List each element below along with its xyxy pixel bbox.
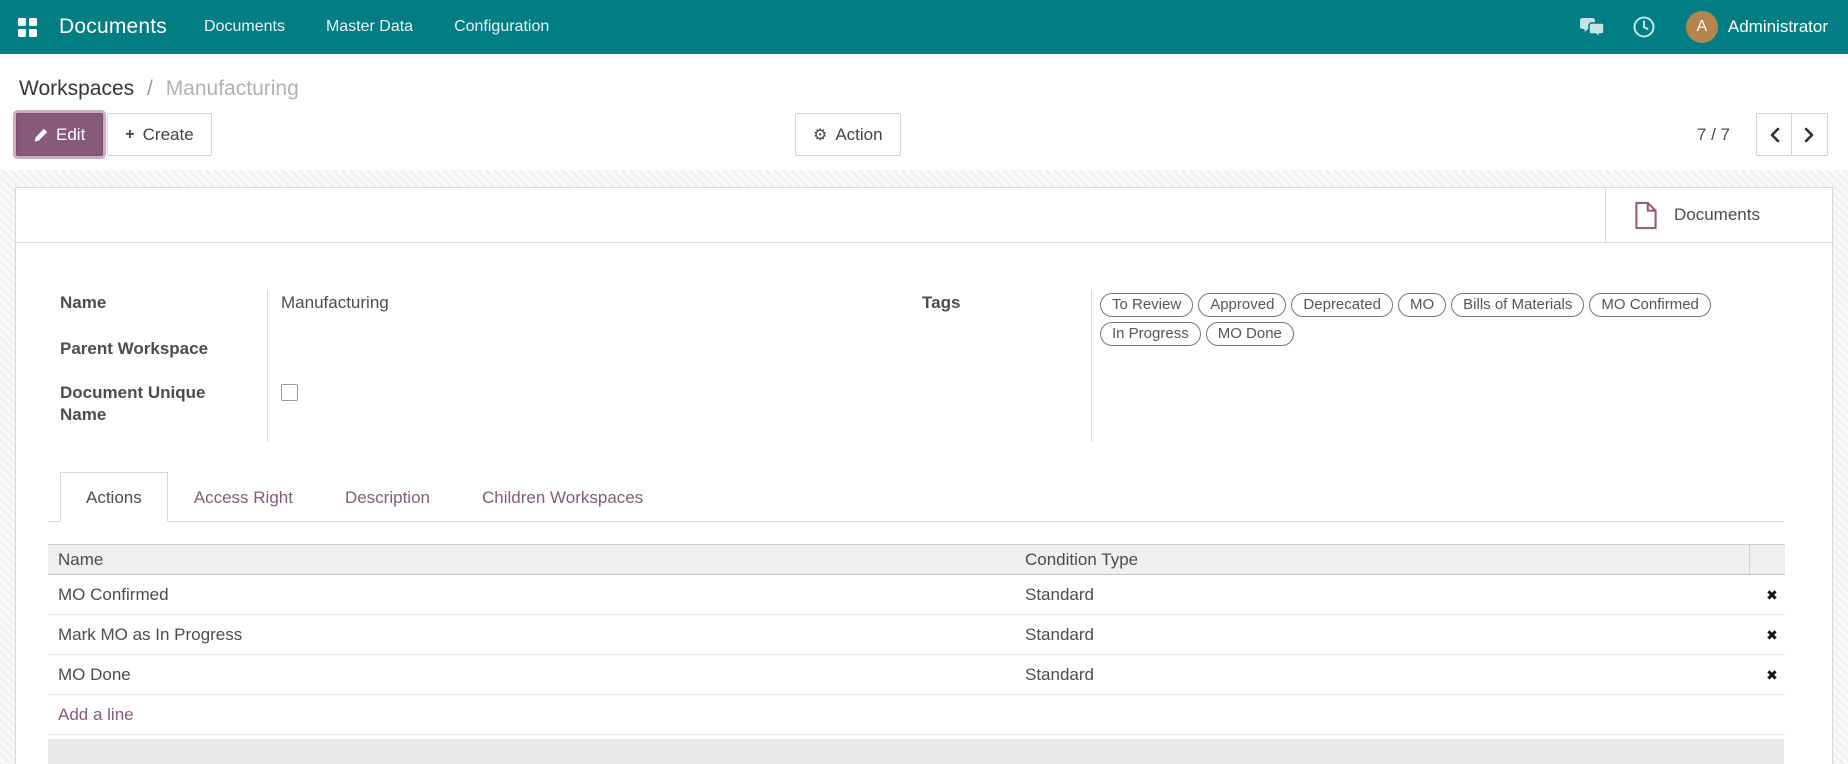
tag-pill: Bills of Materials <box>1451 293 1584 317</box>
table-footer-bar <box>48 739 1784 764</box>
column-header-condition-type[interactable]: Condition Type <box>1015 545 1749 575</box>
delete-row-button[interactable]: ✖ <box>1749 575 1785 615</box>
delete-row-button[interactable]: ✖ <box>1749 615 1785 655</box>
documents-stat-button[interactable]: Documents <box>1605 188 1832 242</box>
control-panel: Workspaces / Manufacturing Edit + Create… <box>0 54 1848 170</box>
tab-actions[interactable]: Actions <box>60 472 168 522</box>
cell-action-name[interactable]: Mark MO as In Progress <box>48 615 1015 655</box>
add-a-line-link[interactable]: Add a line <box>58 705 134 724</box>
nav-item-documents[interactable]: Documents <box>204 1 285 53</box>
tag-pill: To Review <box>1100 293 1193 317</box>
app-title[interactable]: Documents <box>59 15 167 39</box>
apps-grid-icon[interactable] <box>18 18 37 37</box>
cell-action-name[interactable]: MO Done <box>48 655 1015 695</box>
tags-field-label: Tags <box>922 290 1091 442</box>
create-button[interactable]: + Create <box>107 113 211 156</box>
name-field-value: Manufacturing <box>267 290 922 336</box>
chevron-left-icon <box>1769 127 1780 143</box>
delete-x-icon: ✖ <box>1766 627 1778 643</box>
pager-previous-button[interactable] <box>1756 113 1792 156</box>
table-row[interactable]: MO Done Standard ✖ <box>48 655 1785 695</box>
column-header-name[interactable]: Name <box>48 545 1015 575</box>
delete-row-button[interactable]: ✖ <box>1749 655 1785 695</box>
left-field-group: Name Manufacturing Parent Workspace Docu… <box>60 290 922 442</box>
pager-count: 7 / 7 <box>1697 125 1730 145</box>
table-row[interactable]: MO Confirmed Standard ✖ <box>48 575 1785 615</box>
plus-icon: + <box>125 126 134 144</box>
column-header-delete <box>1749 545 1785 575</box>
pager: 7 / 7 <box>1697 113 1828 156</box>
nav-menu: Documents Master Data Configuration <box>204 1 549 53</box>
tag-pill: Deprecated <box>1291 293 1393 317</box>
cell-condition-type[interactable]: Standard <box>1015 575 1749 615</box>
button-box: Documents <box>16 188 1832 243</box>
stat-button-label: Documents <box>1674 205 1760 225</box>
tag-pill: MO Confirmed <box>1589 293 1711 317</box>
table-header-row: Name Condition Type <box>48 545 1785 575</box>
nav-item-master-data[interactable]: Master Data <box>326 1 413 53</box>
delete-x-icon: ✖ <box>1766 667 1778 683</box>
tags-field-group: Tags To Review Approved Deprecated MO Bi… <box>922 290 1784 442</box>
cell-action-name[interactable]: MO Confirmed <box>48 575 1015 615</box>
top-navbar: Documents Documents Master Data Configur… <box>0 0 1848 54</box>
name-field-label: Name <box>60 290 267 336</box>
content-background: Documents Name Manufacturing Parent Work… <box>0 170 1848 764</box>
user-name[interactable]: Administrator <box>1728 17 1828 37</box>
tab-children-workspaces[interactable]: Children Workspaces <box>456 472 669 521</box>
form-sheet: Documents Name Manufacturing Parent Work… <box>15 187 1833 764</box>
tag-pill: MO Done <box>1206 322 1294 346</box>
notebook: Actions Access Right Description Childre… <box>16 472 1832 764</box>
parent-workspace-field-label: Parent Workspace <box>60 336 267 380</box>
parent-workspace-field-value <box>267 336 922 380</box>
tab-description[interactable]: Description <box>319 472 456 521</box>
tags-field-value: To Review Approved Deprecated MO Bills o… <box>1091 290 1759 442</box>
user-avatar[interactable]: A <box>1686 11 1718 43</box>
messages-icon[interactable] <box>1579 17 1606 38</box>
table-row[interactable]: Mark MO as In Progress Standard ✖ <box>48 615 1785 655</box>
delete-x-icon: ✖ <box>1766 587 1778 603</box>
action-button[interactable]: ⚙ Action <box>795 113 901 156</box>
breadcrumb-workspaces[interactable]: Workspaces <box>19 77 134 100</box>
tab-bar: Actions Access Right Description Childre… <box>48 472 1784 522</box>
document-unique-name-checkbox[interactable] <box>281 384 298 401</box>
pager-next-button[interactable] <box>1792 113 1828 156</box>
cell-condition-type[interactable]: Standard <box>1015 655 1749 695</box>
tag-pill: Approved <box>1198 293 1286 317</box>
gear-icon: ⚙ <box>813 125 827 145</box>
edit-button[interactable]: Edit <box>16 113 103 156</box>
tag-pill: In Progress <box>1100 322 1201 346</box>
actions-table: Name Condition Type MO Confirmed Standar… <box>48 544 1785 735</box>
actions-table-zone: Name Condition Type MO Confirmed Standar… <box>48 544 1784 764</box>
add-line-row: Add a line <box>48 695 1785 735</box>
document-unique-name-field-label: Document Unique Name <box>60 380 267 442</box>
pencil-icon <box>34 128 48 142</box>
activities-clock-icon[interactable] <box>1632 15 1656 39</box>
document-file-icon <box>1634 201 1658 230</box>
document-unique-name-field-value <box>267 380 922 442</box>
breadcrumb-current: Manufacturing <box>166 77 299 100</box>
chevron-right-icon <box>1804 127 1815 143</box>
nav-item-configuration[interactable]: Configuration <box>454 1 549 53</box>
cell-condition-type[interactable]: Standard <box>1015 615 1749 655</box>
breadcrumb-separator: / <box>147 77 153 100</box>
breadcrumb: Workspaces / Manufacturing <box>19 74 1828 104</box>
tab-access-right[interactable]: Access Right <box>168 472 319 521</box>
tag-pill: MO <box>1398 293 1446 317</box>
